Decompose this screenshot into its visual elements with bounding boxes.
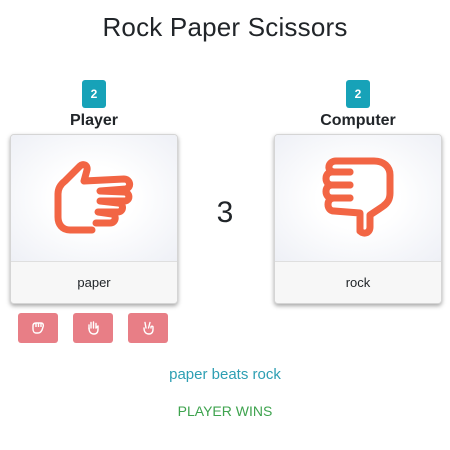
scissors-hand-icon [143, 321, 154, 335]
computer-card: rock [274, 134, 442, 304]
computer-card-image [275, 135, 441, 262]
rock-fist-icon [322, 157, 394, 237]
result-message: paper beats rock [169, 366, 281, 383]
paper-button[interactable] [73, 313, 113, 343]
choice-buttons [18, 313, 168, 343]
player-choice-label: paper [11, 262, 177, 303]
player-panel: 2 Player paper [10, 80, 178, 304]
rock-button[interactable] [18, 313, 58, 343]
computer-label: Computer [320, 112, 396, 129]
page-title: Rock Paper Scissors [102, 12, 348, 42]
winner-message: PLAYER WINS [177, 403, 273, 419]
player-card: paper [10, 134, 178, 304]
computer-score-badge: 2 [346, 80, 370, 108]
paper-hand-icon [54, 161, 134, 234]
open-hand-icon [88, 321, 99, 335]
player-card-image [11, 135, 177, 262]
computer-panel: 2 Computer rock [274, 80, 442, 304]
player-label: Player [69, 112, 119, 129]
countdown: 3 [216, 196, 234, 229]
player-score-badge: 2 [82, 80, 106, 108]
fist-icon [32, 322, 45, 334]
scissors-button[interactable] [128, 313, 168, 343]
computer-choice-label: rock [275, 262, 441, 303]
